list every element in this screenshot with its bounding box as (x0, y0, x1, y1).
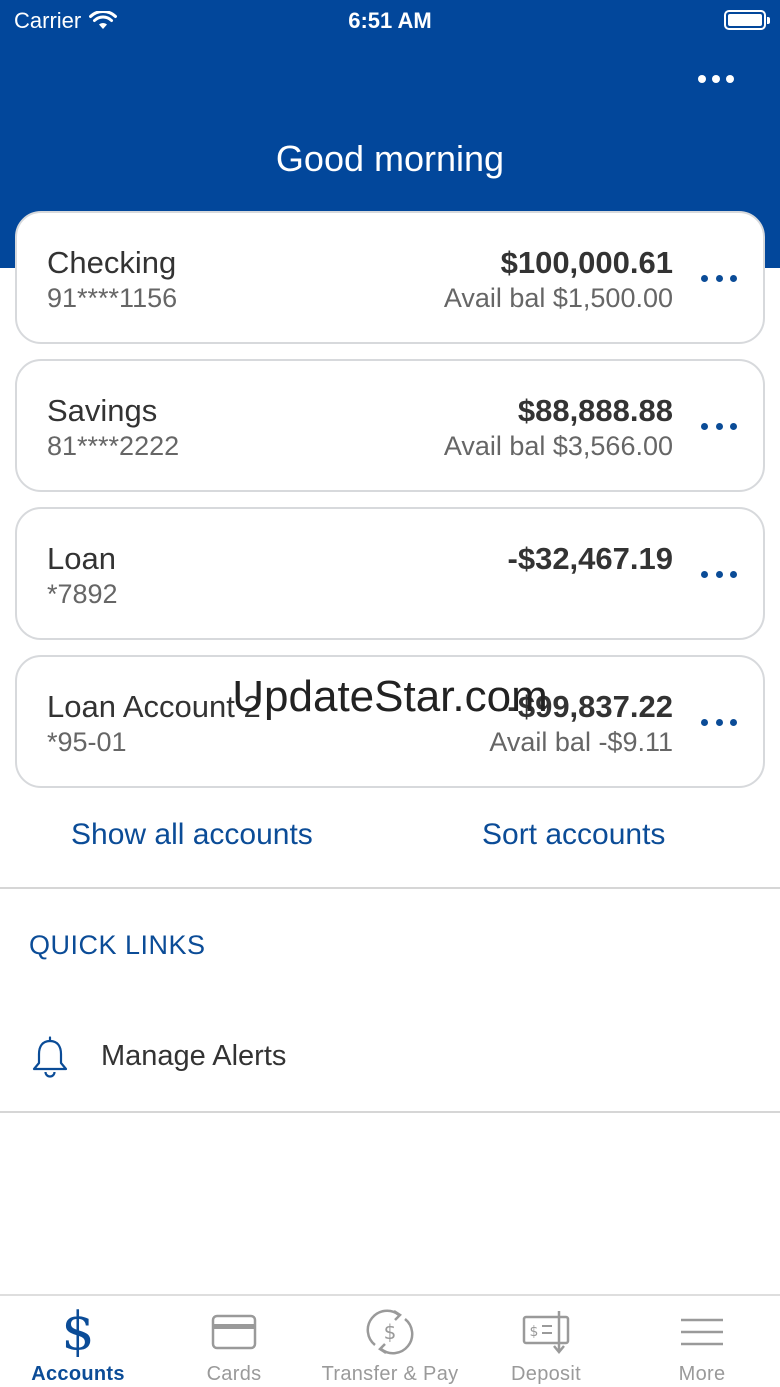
manage-alerts-link[interactable]: Manage Alerts (0, 1012, 780, 1102)
manage-alerts-label: Manage Alerts (101, 1040, 287, 1072)
account-number: *7892 (47, 579, 118, 609)
account-actions: Show all accounts Sort accounts (0, 818, 780, 858)
account-available-balance: Avail bal $1,500.00 (443, 283, 673, 313)
tab-cards[interactable]: Cards (156, 1296, 312, 1387)
more-dot-icon (726, 75, 734, 83)
greeting-title: Good morning (275, 138, 505, 179)
menu-icon (624, 1306, 780, 1358)
account-card-loan-account-2[interactable]: Loan Account 2 *95-01 -$99,837.22 Avail … (15, 655, 765, 788)
tab-accounts[interactable]: $ Accounts (0, 1296, 156, 1387)
account-name: Loan (47, 541, 116, 576)
account-available-balance: Avail bal $3,566.00 (443, 431, 673, 461)
tab-label: Accounts (31, 1363, 125, 1385)
more-dot-icon (712, 75, 720, 83)
section-divider (0, 1111, 780, 1113)
tab-label: Deposit (511, 1363, 581, 1385)
more-dot-icon (698, 75, 706, 83)
account-balance: $88,888.88 (517, 393, 673, 428)
account-card-savings[interactable]: Savings 81****2222 $88,888.88 Avail bal … (15, 359, 765, 492)
account-number: 81****2222 (47, 431, 180, 461)
header-more-button[interactable] (698, 66, 734, 92)
tab-deposit[interactable]: $ Deposit (468, 1296, 624, 1387)
account-balance: $100,000.61 (500, 245, 673, 280)
status-bar: Carrier 6:51 AM (0, 0, 780, 40)
tab-transfer-pay[interactable]: $ Transfer & Pay (312, 1296, 468, 1387)
account-more-button[interactable] (701, 559, 737, 589)
account-balance: -$32,467.19 (507, 541, 673, 576)
card-icon (156, 1306, 312, 1358)
account-balance: -$99,837.22 (507, 689, 673, 724)
tab-label: Cards (206, 1363, 262, 1385)
account-available-balance: Avail bal -$9.11 (489, 727, 673, 757)
svg-text:$: $ (384, 1320, 397, 1344)
account-number: 91****1156 (47, 283, 178, 313)
account-name: Loan Account 2 (47, 689, 261, 724)
svg-text:$: $ (530, 1324, 539, 1340)
check-deposit-icon: $ (468, 1306, 624, 1358)
account-name: Savings (47, 393, 158, 428)
account-card-checking[interactable]: Checking 91****1156 $100,000.61 Avail ba… (15, 211, 765, 344)
account-number: *95-01 (47, 727, 127, 757)
dollar-icon: $ (61, 1302, 95, 1362)
account-more-button[interactable] (701, 263, 737, 293)
sort-accounts-link[interactable]: Sort accounts (482, 818, 665, 852)
battery-icon (724, 10, 770, 30)
tab-label: More (678, 1363, 726, 1385)
account-name: Checking (47, 245, 177, 280)
status-time: 6:51 AM (348, 8, 432, 33)
show-all-accounts-link[interactable]: Show all accounts (71, 818, 313, 852)
section-divider (0, 887, 780, 889)
transfer-icon: $ (312, 1306, 468, 1358)
account-card-loan[interactable]: Loan *7892 -$32,467.19 (15, 507, 765, 640)
account-more-button[interactable] (701, 411, 737, 441)
quick-links-title: QUICK LINKS (29, 930, 206, 960)
tab-label: Transfer & Pay (321, 1363, 459, 1385)
account-more-button[interactable] (701, 707, 737, 737)
bell-icon (32, 1036, 68, 1078)
tab-more[interactable]: More (624, 1296, 780, 1387)
tab-bar: $ Accounts Cards $ Transfer & Pay $ Depo… (0, 1294, 780, 1387)
